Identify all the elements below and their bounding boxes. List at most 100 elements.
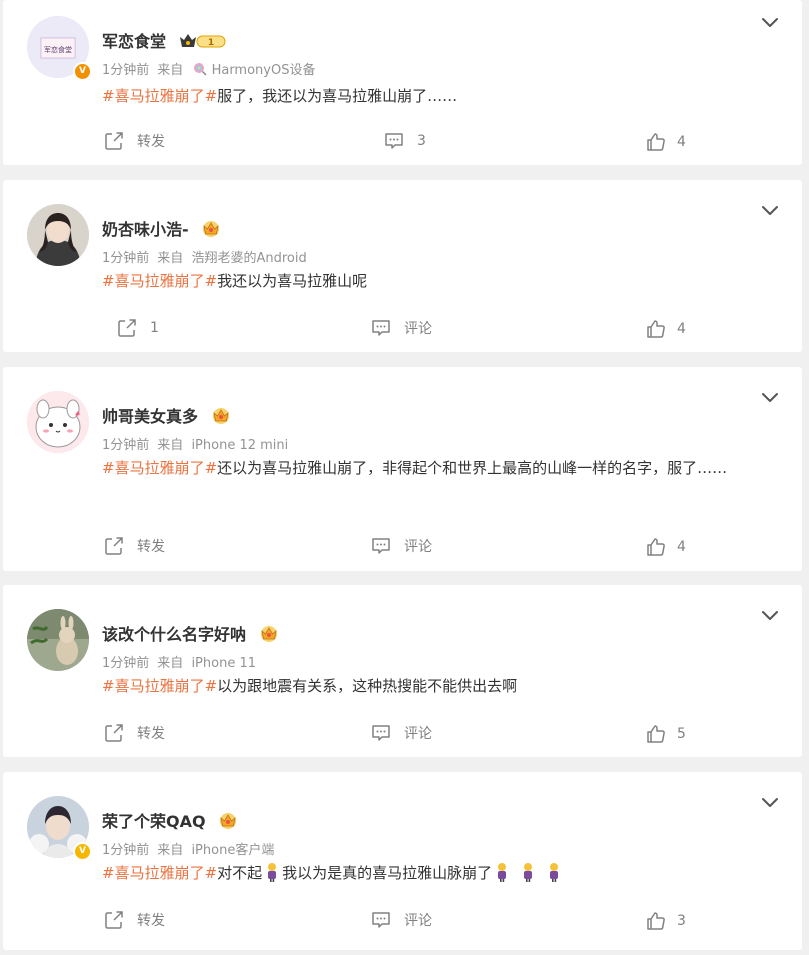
share-label: 转发: [137, 134, 165, 150]
crown-icon: [210, 405, 232, 425]
avatar[interactable]: [27, 391, 89, 453]
avatar[interactable]: [27, 204, 89, 266]
comment-label: 评论: [404, 726, 432, 742]
username[interactable]: 奶杏味小浩-: [102, 220, 189, 239]
source-device[interactable]: iPhone 11: [191, 656, 256, 671]
chevron-down-icon[interactable]: [760, 12, 780, 32]
avatar[interactable]: [27, 609, 89, 671]
share-count: 1: [150, 320, 159, 336]
username[interactable]: 荣了个荣QAQ: [102, 812, 206, 831]
username[interactable]: 帅哥美女真多: [102, 407, 198, 426]
share-label: 转发: [137, 539, 165, 555]
like-count: 5: [677, 726, 686, 742]
like-icon: [645, 910, 667, 932]
chevron-down-icon[interactable]: [760, 200, 780, 220]
lollipop-icon: [194, 63, 207, 76]
share-icon: [116, 317, 138, 339]
source-device[interactable]: iPhone 12 mini: [191, 438, 288, 453]
comment-label: 评论: [404, 321, 432, 337]
share-button[interactable]: 转发: [103, 130, 165, 152]
comment-body: 以为跟地震有关系，这种热搜能不能供出去啊: [217, 677, 518, 695]
hashtag-link[interactable]: #喜马拉雅崩了#: [102, 459, 217, 477]
comment-text: #喜马拉雅崩了#还以为喜马拉雅山崩了，非得起个和世界上最高的山峰一样的名字，服了…: [102, 453, 782, 483]
share-label: 转发: [137, 913, 165, 929]
time: 1分钟前: [102, 656, 150, 671]
comment-text: #喜马拉雅崩了#以为跟地震有关系，这种热搜能不能供出去啊: [102, 671, 782, 701]
time: 1分钟前: [102, 438, 150, 453]
meta: 1分钟前 来自 浩翔老婆的Android: [102, 247, 307, 266]
meta: 1分钟前 来自 iPhone客户端: [102, 839, 274, 858]
share-icon: [103, 130, 125, 152]
meta: 1分钟前 来自 HarmonyOS设备: [102, 59, 315, 78]
like-icon: [645, 131, 667, 153]
emoji-icon: [264, 862, 280, 882]
comment-text: #喜马拉雅崩了#服了，我还以为喜马拉雅山崩了……: [102, 81, 782, 111]
meta: 1分钟前 来自 iPhone 12 mini: [102, 434, 288, 453]
time: 1分钟前: [102, 251, 150, 266]
verified-icon: V: [73, 842, 92, 861]
share-icon: [103, 722, 125, 744]
from-label: 来自: [157, 251, 184, 266]
meta: 1分钟前 来自 iPhone 11: [102, 652, 256, 671]
comment-card: 军恋食堂 V 军恋食堂 1 1分钟前 来自 HarmonyOS设备 #喜马拉雅崩了…: [3, 0, 802, 165]
like-button[interactable]: 4: [645, 131, 686, 153]
source-device[interactable]: iPhone客户端: [191, 843, 274, 858]
comment-card: 该改个什么名字好呐 1分钟前 来自 iPhone 11 #喜马拉雅崩了#以为跟地震…: [3, 585, 802, 757]
chevron-down-icon[interactable]: [760, 387, 780, 407]
chevron-down-icon[interactable]: [760, 792, 780, 812]
time: 1分钟前: [102, 63, 150, 78]
comment-icon: [370, 909, 392, 931]
level-number: 1: [207, 38, 213, 48]
share-button[interactable]: 1: [116, 317, 159, 339]
like-button[interactable]: 4: [645, 318, 686, 340]
share-button[interactable]: 转发: [103, 909, 165, 931]
comment-button[interactable]: 评论: [370, 535, 432, 557]
share-icon: [103, 535, 125, 557]
comment-body: 还以为喜马拉雅山崩了，非得起个和世界上最高的山峰一样的名字，服了……: [217, 459, 728, 477]
from-label: 来自: [157, 656, 184, 671]
share-label: 转发: [137, 726, 165, 742]
comment-button[interactable]: 3: [383, 130, 426, 152]
comment-body: 我还以为喜马拉雅山呢: [217, 272, 368, 290]
username[interactable]: 军恋食堂: [102, 32, 166, 51]
hashtag-link[interactable]: #喜马拉雅崩了#: [102, 87, 217, 105]
like-button[interactable]: 3: [645, 910, 686, 932]
crown-icon: [258, 623, 280, 643]
share-button[interactable]: 转发: [103, 722, 165, 744]
comment-button[interactable]: 评论: [370, 317, 432, 339]
comment-card: V 荣了个荣QAQ 1分钟前 来自 iPhone客户端 #喜马拉雅崩了#对不起 我以…: [3, 772, 802, 950]
comment-button[interactable]: 评论: [370, 909, 432, 931]
like-button[interactable]: 4: [645, 536, 686, 558]
like-icon: [645, 318, 667, 340]
hashtag-link[interactable]: #喜马拉雅崩了#: [102, 272, 217, 290]
like-button[interactable]: 5: [645, 723, 686, 745]
comment-card: 帅哥美女真多 1分钟前 来自 iPhone 12 mini #喜马拉雅崩了#还以为…: [3, 367, 802, 571]
comment-icon: [370, 317, 392, 339]
share-button[interactable]: 转发: [103, 535, 165, 557]
like-count: 4: [677, 321, 686, 337]
comment-label: 评论: [404, 913, 432, 929]
comment-button[interactable]: 评论: [370, 722, 432, 744]
source-device[interactable]: 浩翔老婆的Android: [191, 251, 306, 266]
comment-text: #喜马拉雅崩了#对不起 我以为是真的喜马拉雅山脉崩了: [102, 858, 782, 888]
like-icon: [645, 536, 667, 558]
chevron-down-icon[interactable]: [760, 605, 780, 625]
level-badge-icon: 1: [179, 34, 226, 48]
hashtag-link[interactable]: #喜马拉雅崩了#: [102, 864, 217, 882]
emoji-icon: [494, 862, 510, 882]
hashtag-link[interactable]: #喜马拉雅崩了#: [102, 677, 217, 695]
emoji-icon: [546, 862, 562, 882]
like-count: 3: [677, 913, 686, 929]
source-device[interactable]: HarmonyOS设备: [212, 63, 316, 78]
comment-count: 3: [417, 133, 426, 149]
from-label: 来自: [157, 843, 184, 858]
like-icon: [645, 723, 667, 745]
like-count: 4: [677, 539, 686, 555]
emoji-icon: [520, 862, 536, 882]
username[interactable]: 该改个什么名字好呐: [102, 625, 246, 644]
comment-icon: [370, 722, 392, 744]
like-count: 4: [677, 134, 686, 150]
from-label: 来自: [157, 438, 184, 453]
comment-body: 服了，我还以为喜马拉雅山崩了……: [217, 87, 458, 105]
comment-body-b: 我以为是真的喜马拉雅山脉崩了: [282, 864, 493, 882]
